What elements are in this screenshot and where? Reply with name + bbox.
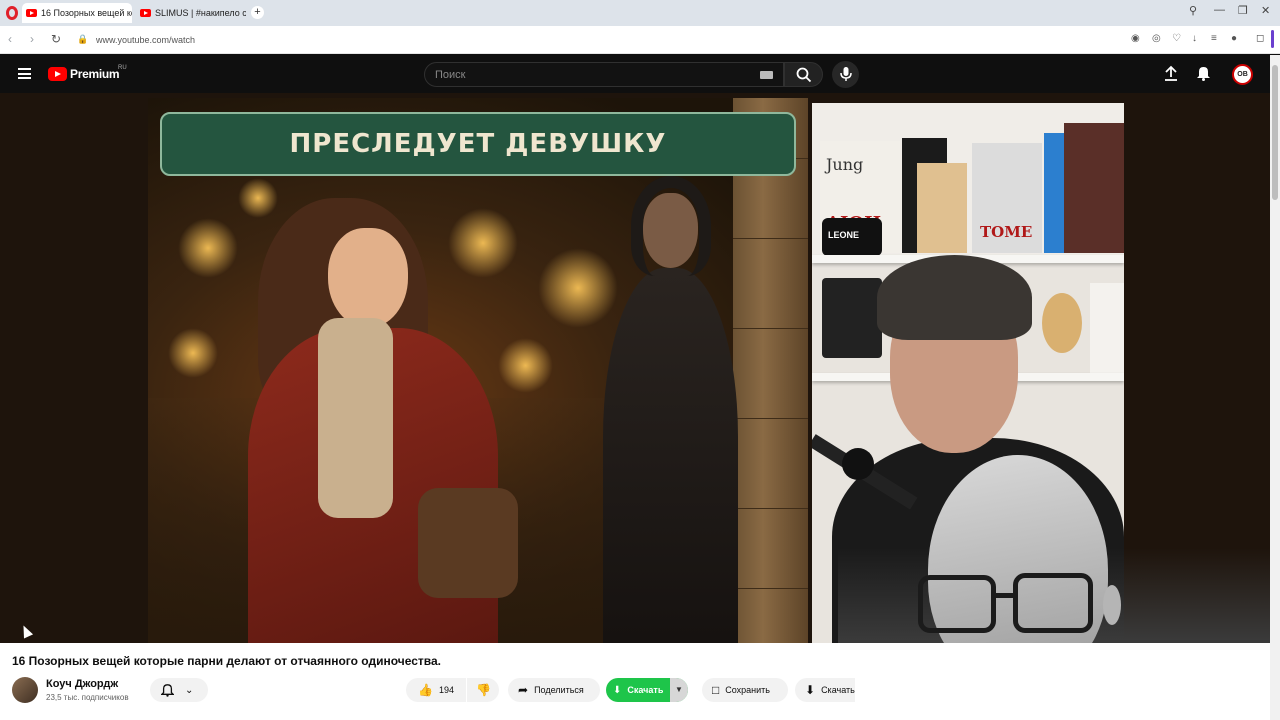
back-icon[interactable]: ‹ [8,32,12,46]
book-title: TOME [980,223,1033,241]
camera-icon[interactable]: ◉ [1131,33,1140,44]
dislike-button[interactable]: 👎 [467,678,499,702]
video-frame-illustration: ПРЕСЛЕДУЕТ ДЕВУШКУ [148,98,808,643]
menu-icon[interactable]: ≡ [1211,33,1217,44]
glasses [918,575,996,633]
logo-text: Premium [70,67,120,81]
save-label: Сохранить [725,685,770,695]
thumbnail-title-banner: ПРЕСЛЕДУЕТ ДЕВУШКУ [160,112,796,176]
download-options-icon[interactable]: ▼ [670,678,688,702]
profile-icon[interactable]: ● [1231,33,1237,44]
video-info: 16 Позорных вещей которые парни делают о… [0,643,1270,720]
minimize-icon[interactable]: — [1214,4,1225,16]
tab-slimus[interactable]: SLIMUS | #накипело с Ар [136,3,246,23]
tab-title: 16 Позорных вещей кото [41,8,132,18]
extensions-icon[interactable]: ◻ [1256,33,1264,44]
youtube-logo[interactable]: Premium [48,67,120,81]
search-input[interactable]: Поиск [424,62,784,87]
share-label: Поделиться [534,685,584,695]
restore-icon[interactable]: ❐ [1238,4,1248,17]
user-avatar[interactable]: ОВ [1232,64,1253,85]
bookmark-icon: □ [712,683,720,697]
close-window-icon[interactable]: ✕ [1261,4,1270,17]
url-field[interactable]: www.youtube.com/watch [96,35,195,45]
scroll-thumb[interactable] [1272,65,1278,200]
download-arrow-icon: ⬇ [613,684,622,696]
reload-icon[interactable]: ↻ [51,32,61,46]
search-button[interactable] [784,62,823,87]
channel-avatar[interactable] [12,677,38,703]
tab-youtube-video[interactable]: 16 Позорных вещей кото [22,3,132,23]
youtube-favicon-icon [140,9,151,17]
hamburger-menu-icon[interactable] [18,68,31,79]
video-title: 16 Позорных вещей которые парни делают о… [12,654,442,668]
logo-region: RU [118,65,127,71]
download-secondary-label: Скачать [821,685,855,695]
subscribed-button[interactable]: ⌄ [150,678,208,702]
keyboard-icon[interactable] [760,71,773,79]
share-button[interactable]: ➦ Поделиться [508,678,600,702]
save-button[interactable]: □ Сохранить [702,678,788,702]
upload-icon[interactable] [1164,65,1178,81]
subscriber-count: 23,5 тыс. подписчиков [46,693,129,702]
notifications-bell-icon[interactable] [1196,65,1211,81]
youtube-favicon-icon [26,9,37,17]
search-icon [796,67,812,83]
youtube-logo-icon [48,67,67,81]
microphone-icon [840,67,852,81]
thumbnail-title: ПРЕСЛЕДУЕТ ДЕВУШКУ [289,129,667,159]
page-scrollbar[interactable] [1270,55,1280,720]
download-icon[interactable]: ↓ [1192,33,1197,44]
thumbs-down-icon: 👎 [476,683,491,697]
sidebar-toggle[interactable] [1271,30,1274,48]
new-tab-button[interactable]: + [251,6,264,19]
like-count: 194 [438,685,454,695]
voice-search-button[interactable] [832,61,859,88]
heart-icon[interactable]: ♡ [1172,33,1181,44]
book-title: Jung [826,155,864,174]
download-icon: ⬇ [805,683,816,697]
channel-name[interactable]: Коуч Джордж [46,678,118,690]
hooded-man [603,268,738,643]
search-tabs-icon[interactable]: ⚲ [1189,4,1197,17]
forward-icon[interactable]: › [30,32,34,46]
download-button[interactable]: ⬇ Скачать ▼ [606,678,688,702]
browser-tab-bar: 16 Позорных вещей кото SLIMUS | #накипел… [0,0,1280,26]
share-icon: ➦ [518,683,529,697]
tab-title: SLIMUS | #накипело с Ар [155,8,246,18]
download-secondary-button[interactable]: ⬇ Скачать [795,678,855,702]
lock-icon[interactable]: 🔒 [77,34,88,45]
brick-wall [733,98,808,643]
download-label: Скачать [627,685,664,695]
address-bar: ‹ › ↻ 🔒 www.youtube.com/watch ◉ ◎ ♡ ↓ ≡ … [0,26,1280,54]
chevron-down-icon: ⌄ [185,684,194,696]
bell-icon [161,684,174,697]
youtube-header: Premium RU Поиск ОВ [0,55,1270,93]
cap-label: LEONE [828,230,860,240]
opera-logo-icon[interactable] [6,6,18,20]
search-placeholder: Поиск [435,69,466,81]
thumbs-up-icon: 👍 [418,683,433,697]
shield-icon[interactable]: ◎ [1152,33,1161,44]
like-button[interactable]: 👍 194 [406,678,466,702]
